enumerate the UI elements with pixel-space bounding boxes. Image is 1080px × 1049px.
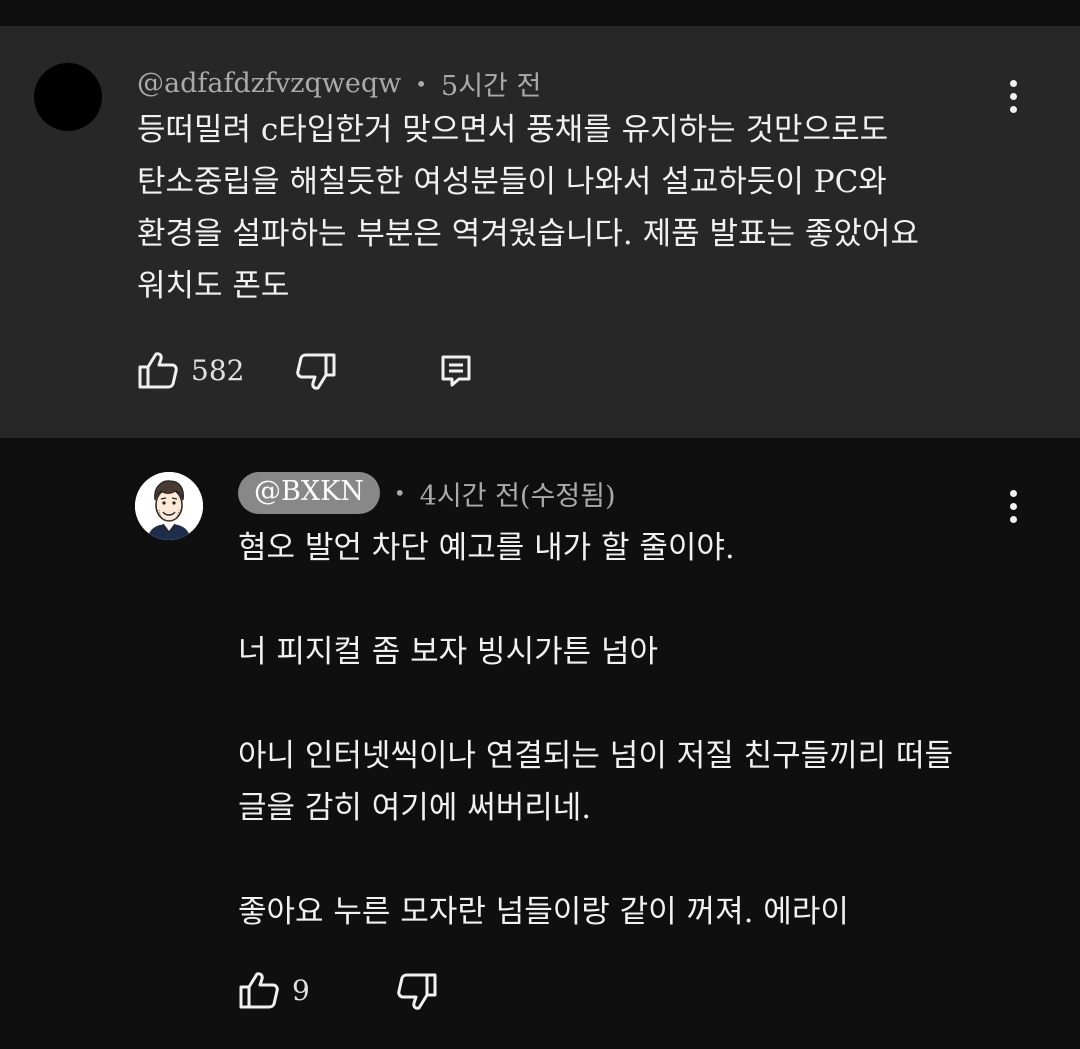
like-count: 582 — [191, 353, 245, 387]
comment-time: 5시간 전 — [441, 71, 542, 102]
avatar[interactable] — [135, 472, 203, 540]
like-count: 9 — [292, 973, 310, 1007]
thumbs-up-icon — [138, 352, 178, 389]
thumbs-down-icon — [397, 973, 437, 1010]
comment-author[interactable]: @adfafdzfvzqweqw — [137, 68, 401, 99]
reply-button[interactable] — [440, 354, 472, 388]
avatar[interactable] — [34, 63, 102, 131]
like-button[interactable]: 582 — [137, 350, 244, 390]
comment-highlighted: @adfafdzfvzqweqw • 5시간 전 등떠밀려 c타입한거 맞으면서… — [0, 26, 1080, 438]
dislike-button[interactable] — [295, 352, 337, 392]
comment-text: 혐오 발언 차단 예고를 내가 할 줄이야. 너 피지컬 좀 보자 빙시가튼 넘… — [238, 530, 954, 930]
reply-icon — [441, 355, 471, 387]
thumbs-down-icon — [296, 353, 336, 390]
comment-meta: @adfafdzfvzqweqw • 5시간 전 — [137, 64, 541, 103]
more-options-button[interactable] — [998, 484, 1028, 528]
thumbs-up-icon — [239, 972, 279, 1009]
like-button[interactable]: 9 — [238, 970, 310, 1010]
avatar-illustration — [135, 472, 203, 540]
comment-time: 4시간 전(수정됨) — [419, 480, 616, 512]
comment-reply: @BXKN • 4시간 전(수정됨) 혐오 발언 차단 예고를 내가 할 줄이야… — [0, 438, 1080, 1049]
dislike-button[interactable] — [396, 972, 438, 1012]
meta-separator: • — [393, 481, 406, 505]
comment-text: 등떠밀려 c타입한거 맞으면서 풍채를 유지하는 것만으로도 탄소중립을 해칠듯… — [137, 112, 919, 304]
comment-author[interactable]: @BXKN — [238, 472, 380, 514]
top-bar — [0, 0, 1080, 26]
comment-meta: @BXKN • 4시간 전(수정됨) — [238, 472, 616, 514]
meta-separator: • — [415, 71, 428, 96]
more-options-button[interactable] — [998, 74, 1028, 118]
